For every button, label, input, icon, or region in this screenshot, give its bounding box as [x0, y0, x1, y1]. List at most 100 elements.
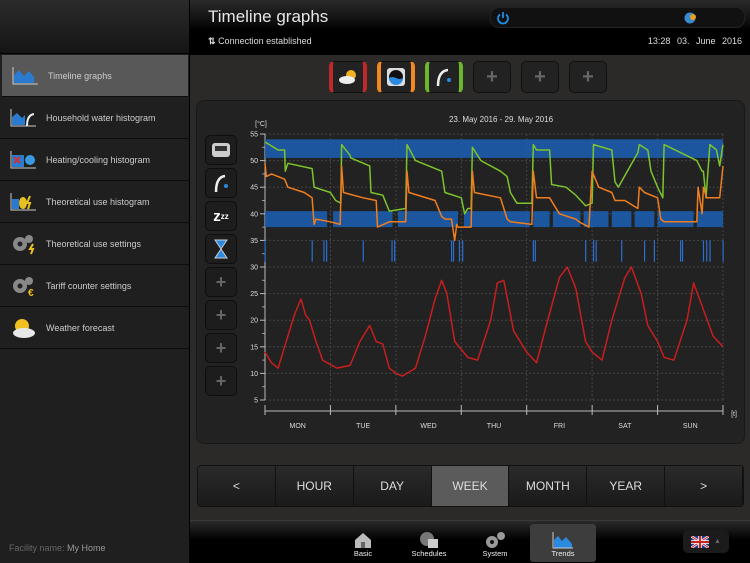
- header: Timeline graphs ⇅ Connection established…: [190, 0, 750, 55]
- tab-label: Schedules: [411, 549, 447, 558]
- x-tick-label: TUE: [356, 423, 370, 430]
- period-day-button[interactable]: DAY: [353, 466, 432, 506]
- sidebar-item-weather-forecast[interactable]: Weather forecast: [0, 307, 189, 349]
- power-icon[interactable]: [496, 11, 510, 25]
- sidebar-item-theoretical-use-settings[interactable]: Theoretical use settings: [0, 223, 189, 265]
- tab-trends[interactable]: Trends: [530, 524, 596, 562]
- range-band: [634, 211, 655, 228]
- period-selector: < HOUR DAY WEEK MONTH YEAR >: [197, 465, 744, 507]
- event-mark: [264, 240, 266, 262]
- event-mark: [592, 240, 595, 262]
- chart-title: 23. May 2016 - 29. May 2016: [449, 115, 554, 124]
- period-hour-button[interactable]: HOUR: [275, 466, 354, 506]
- event-mark: [702, 240, 705, 262]
- y-tick-label: 40: [250, 211, 258, 218]
- tab-basic[interactable]: Basic: [330, 524, 396, 562]
- event-mark: [458, 240, 461, 262]
- sidebar-item-timeline-graphs[interactable]: Timeline graphs: [2, 55, 188, 97]
- next-period-button[interactable]: >: [665, 466, 743, 506]
- range-band: [265, 139, 723, 158]
- tab-label: System: [482, 549, 508, 558]
- y-tick-label: 15: [250, 344, 258, 351]
- x-tick-label: FRI: [554, 423, 565, 430]
- range-band: [533, 211, 550, 228]
- timeline-chart[interactable]: 23. May 2016 - 29. May 2016 [°C] [t] 5 10 15 2…: [197, 101, 746, 445]
- water-tank-icon: [387, 68, 405, 86]
- status-bar: [490, 7, 745, 28]
- y-axis-label: [°C]: [255, 120, 267, 128]
- connection-status: ⇅ Connection established: [208, 36, 312, 47]
- sidebar-item-heating-cooling-histogram[interactable]: Heating/cooling histogram: [0, 139, 189, 181]
- range-band: [583, 211, 609, 228]
- sidebar-item-theoretical-use-histogram[interactable]: Theoretical use histogram: [0, 181, 189, 223]
- x-tick-label: THU: [487, 423, 501, 430]
- clock-time: 13:28: [647, 36, 671, 46]
- event-mark: [450, 240, 453, 262]
- sidebar-item-label: Theoretical use histogram: [46, 196, 150, 207]
- water-histogram-icon: [10, 108, 36, 126]
- clock-calendar-icon: [420, 532, 438, 548]
- event-mark: [532, 240, 534, 262]
- chevron-up-icon: ▲: [714, 538, 721, 545]
- sensor-tab-tank[interactable]: [377, 61, 415, 93]
- datetime: 13:28 03. June 2016: [648, 36, 742, 46]
- trend-graph-icon: [552, 532, 573, 549]
- y-tick-label: 35: [250, 238, 258, 245]
- event-mark: [595, 240, 597, 262]
- bottom-tab-bar: Basic Schedules System Trends ▲: [190, 520, 750, 563]
- clock-date: 03. June 2016: [676, 36, 742, 46]
- theoretical-use-icon: [10, 192, 36, 210]
- event-mark: [391, 240, 393, 262]
- sidebar: Timeline graphs Household water histogram…: [0, 0, 190, 563]
- chart-panel: z zz + + + + 23. May 2016 - 29. May 2016[…: [196, 100, 745, 444]
- event-mark: [362, 240, 364, 262]
- tab-label: Basic: [353, 549, 373, 558]
- heating-cooling-icon: [10, 150, 36, 168]
- previous-period-button[interactable]: <: [198, 466, 276, 506]
- event-mark: [709, 240, 711, 262]
- period-week-button[interactable]: WEEK: [431, 466, 510, 506]
- tab-system[interactable]: System: [462, 524, 528, 562]
- event-mark: [585, 240, 587, 262]
- range-band: [611, 211, 632, 228]
- sensor-tab-outdoor[interactable]: [329, 61, 367, 93]
- y-tick-label: 30: [250, 265, 258, 272]
- sidebar-item-label: Household water histogram: [46, 112, 156, 123]
- x-tick-label: SAT: [618, 423, 632, 430]
- content: + + + z zz + + + + 23. May 2016 - 29. May…: [190, 55, 750, 520]
- sensor-tab-add-2[interactable]: +: [521, 61, 559, 93]
- sidebar-header: [0, 0, 189, 54]
- faucet-icon: [436, 68, 451, 87]
- event-mark: [394, 240, 396, 262]
- period-year-button[interactable]: YEAR: [587, 466, 666, 506]
- event-mark: [326, 240, 328, 262]
- y-tick-label: 5: [254, 398, 258, 405]
- language-selector[interactable]: ▲: [683, 530, 729, 553]
- x-tick-label: MON: [290, 423, 306, 430]
- x-axis-label: [t]: [731, 411, 737, 418]
- sensor-tab-add-1[interactable]: +: [473, 61, 511, 93]
- weather-icon: [13, 318, 35, 338]
- sidebar-item-label: Heating/cooling histogram: [46, 154, 151, 165]
- sidebar-item-tariff-counter-settings[interactable]: € Tariff counter settings: [0, 265, 189, 307]
- tab-schedules[interactable]: Schedules: [396, 524, 462, 562]
- sidebar-item-label: Tariff counter settings: [46, 280, 132, 291]
- event-mark: [653, 240, 655, 262]
- gears-euro-icon: €: [13, 276, 34, 297]
- heating-cooling-status-icon: [684, 12, 696, 24]
- y-tick-label: 50: [250, 158, 258, 165]
- sensor-tab-tap[interactable]: [425, 61, 463, 93]
- period-month-button[interactable]: MONTH: [509, 466, 588, 506]
- svg-text:€: €: [28, 288, 34, 297]
- facility-label: Facility name:: [9, 543, 65, 553]
- sidebar-item-label: Theoretical use settings: [46, 238, 142, 249]
- y-tick-label: 55: [250, 132, 258, 139]
- page-title: Timeline graphs: [208, 7, 329, 26]
- y-tick-label: 20: [250, 318, 258, 325]
- sensor-tab-add-3[interactable]: +: [569, 61, 607, 93]
- event-mark: [722, 240, 724, 262]
- event-mark: [621, 240, 623, 262]
- gears-icon: [486, 532, 505, 548]
- sidebar-item-label: Timeline graphs: [48, 70, 112, 81]
- sidebar-item-household-water-histogram[interactable]: Household water histogram: [0, 97, 189, 139]
